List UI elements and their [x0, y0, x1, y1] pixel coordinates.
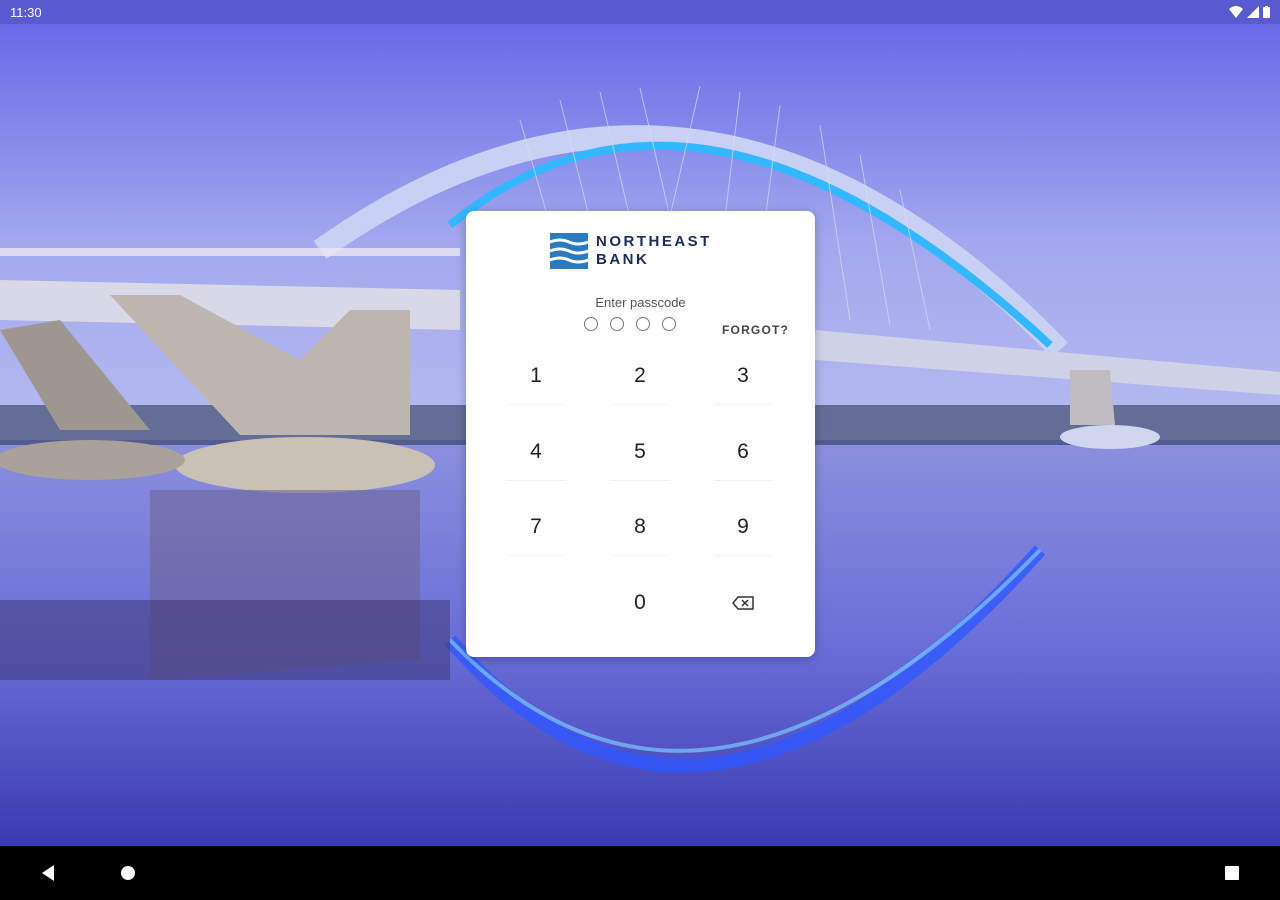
passcode-dot [610, 317, 624, 331]
passcode-dot [636, 317, 650, 331]
system-nav-bar [0, 846, 1280, 900]
passcode-dot [584, 317, 598, 331]
key-9[interactable]: 9 [714, 498, 772, 556]
status-bar: 11:30 [0, 0, 1280, 24]
brand-line-1: NORTHEAST [596, 233, 712, 250]
key-1[interactable]: 1 [507, 347, 565, 405]
key-7[interactable]: 7 [507, 498, 565, 556]
key-4[interactable]: 4 [507, 423, 565, 481]
status-icons [1229, 6, 1270, 18]
backspace-icon [732, 596, 754, 610]
back-icon[interactable] [38, 863, 58, 883]
passcode-prompt: Enter passcode [595, 295, 686, 310]
passcode-dots [584, 317, 676, 331]
key-8[interactable]: 8 [611, 498, 669, 556]
key-5[interactable]: 5 [611, 423, 669, 481]
key-3[interactable]: 3 [714, 347, 772, 405]
status-time: 11:30 [10, 4, 42, 20]
passcode-dot [662, 317, 676, 331]
backspace-button[interactable] [714, 574, 772, 632]
brand-logo: NORTHEAST BANK [550, 232, 712, 270]
signal-icon [1247, 6, 1259, 18]
brand-line-2: BANK [596, 251, 650, 268]
battery-icon [1263, 6, 1270, 18]
brand-name: NORTHEAST BANK [596, 233, 712, 269]
key-6[interactable]: 6 [714, 423, 772, 481]
recents-icon[interactable] [1222, 863, 1242, 883]
forgot-passcode-link[interactable]: FORGOT? [722, 323, 789, 337]
wifi-icon [1229, 6, 1243, 18]
home-icon[interactable] [118, 863, 138, 883]
waves-logo-icon [550, 233, 588, 269]
key-2[interactable]: 2 [611, 347, 669, 405]
key-0[interactable]: 0 [611, 574, 669, 632]
passcode-dialog: NORTHEAST BANK Enter passcode FORGOT? 1 … [466, 211, 815, 657]
